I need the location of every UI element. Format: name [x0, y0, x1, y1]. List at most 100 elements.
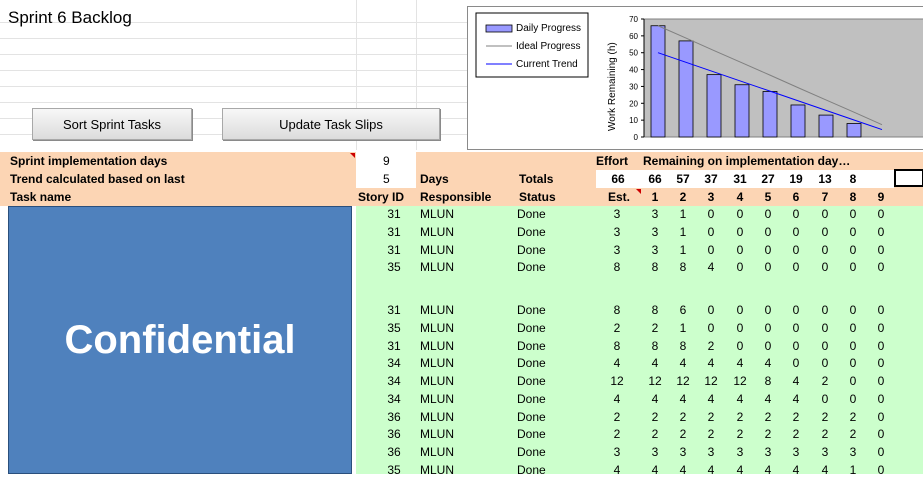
estimate-cell: [605, 277, 629, 294]
day-header-8: 8: [849, 190, 857, 204]
estimate-cell: 4: [613, 356, 621, 371]
day-8-cell: 0: [849, 356, 857, 371]
day-7-cell: 0: [821, 242, 829, 257]
day-2-cell: 8: [679, 338, 687, 353]
day-1-cell: 3: [651, 224, 659, 239]
day-1-cell: 8: [651, 303, 659, 317]
day-4-cell: 0: [736, 224, 744, 239]
total-day-4: 31: [733, 172, 747, 186]
day-header-4: 4: [736, 190, 744, 204]
day-1-cell: [643, 277, 667, 294]
day-9-cell: 0: [877, 260, 885, 275]
day-9-cell: 0: [877, 356, 885, 371]
chart-ylabel: Work Remaining (h): [607, 42, 618, 131]
estimate-cell: 12: [610, 374, 624, 388]
story-id-cell: 36: [387, 445, 401, 459]
sort-sprint-tasks-button[interactable]: Sort Sprint Tasks: [32, 108, 192, 140]
responsible-cell: MLUN: [420, 445, 455, 459]
day-6-cell: [784, 277, 808, 294]
status-cell: Done: [517, 409, 546, 424]
day-2-cell: 4: [679, 391, 687, 406]
day-3-cell: 0: [707, 224, 715, 239]
day-6-cell: 4: [792, 374, 800, 388]
day-9-cell: 0: [877, 320, 885, 335]
story-id-cell: 31: [387, 242, 401, 257]
day-2-cell: 2: [679, 409, 687, 424]
day-1-cell: 3: [651, 242, 659, 257]
day-6-cell: 0: [792, 320, 800, 335]
day-1-cell: 2: [651, 320, 659, 335]
total-day-1: 66: [648, 172, 662, 186]
day-5-cell: 0: [764, 338, 772, 353]
day-3-cell: [699, 277, 723, 294]
status-cell: Done: [517, 303, 546, 317]
status-cell: Done: [517, 374, 546, 388]
col-est: Est.: [608, 190, 631, 204]
day-2-cell: 4: [679, 462, 687, 477]
responsible-cell: MLUN: [420, 374, 455, 388]
story-id-cell: 34: [387, 391, 401, 406]
day-7-cell: 0: [821, 224, 829, 239]
day-2-cell: 3: [679, 445, 687, 459]
day-6-cell: 0: [792, 224, 800, 239]
remaining-label: Remaining on implementation day…: [643, 154, 851, 168]
day-8-cell: 3: [849, 445, 857, 459]
day-3-cell: 2: [707, 338, 715, 353]
estimate-cell: 3: [613, 242, 621, 257]
day-6-cell: 2: [792, 427, 800, 442]
estimate-cell: 8: [613, 303, 621, 317]
update-task-slips-button[interactable]: Update Task Slips: [222, 108, 440, 140]
estimate-cell: 2: [613, 320, 621, 335]
day-8-cell: 0: [849, 207, 857, 221]
status-cell: Done: [517, 224, 546, 239]
total-day-5: 27: [761, 172, 775, 186]
day-1-cell: 4: [651, 462, 659, 477]
status-cell: Done: [517, 445, 546, 459]
responsible-cell: MLUN: [420, 260, 455, 275]
responsible-cell: MLUN: [420, 242, 455, 257]
total-day-8: 8: [849, 172, 857, 186]
y-tick-label: 0: [634, 133, 639, 142]
responsible-cell: MLUN: [420, 207, 455, 221]
day-5-cell: 0: [764, 224, 772, 239]
day-3-cell: 0: [707, 320, 715, 335]
day-9-cell: [869, 277, 893, 294]
story-id-cell: 31: [387, 207, 401, 221]
day-2-cell: 8: [679, 260, 687, 275]
day-8-cell: 2: [849, 427, 857, 442]
col-task-name: Task name: [10, 190, 72, 204]
day-7-cell: 4: [821, 462, 829, 477]
legend-label-trend: Current Trend: [516, 59, 578, 70]
trend-value: 5: [383, 172, 390, 186]
day-6-cell: 0: [792, 338, 800, 353]
day-6-cell: 2: [792, 409, 800, 424]
day-5-cell: 2: [764, 427, 772, 442]
story-id-cell: 36: [387, 409, 401, 424]
story-id-cell: 35: [387, 320, 401, 335]
day-2-cell: 6: [679, 303, 687, 317]
estimate-cell: 8: [613, 338, 621, 353]
y-tick-label: 40: [629, 66, 638, 75]
day-9-cell: 0: [877, 445, 885, 459]
day-5-cell: 0: [764, 303, 772, 317]
day-2-cell: 1: [679, 207, 687, 221]
y-tick-label: 50: [629, 49, 638, 58]
y-tick-label: 60: [629, 32, 638, 41]
day-7-cell: 0: [821, 356, 829, 371]
day-9-cell: 0: [877, 303, 885, 317]
day-7-cell: 0: [821, 207, 829, 221]
impl-days-label: Sprint implementation days: [10, 154, 168, 168]
total-day-6: 19: [789, 172, 803, 186]
burndown-chart[interactable]: Daily Progress Ideal Progress Current Tr…: [467, 6, 923, 150]
status-cell: Done: [517, 207, 546, 221]
responsible-cell: MLUN: [420, 303, 455, 317]
day-6-cell: 0: [792, 356, 800, 371]
day-7-cell: 0: [821, 391, 829, 406]
day-6-cell: 0: [792, 260, 800, 275]
day-2-cell: 1: [679, 224, 687, 239]
total-day-7: 13: [818, 172, 832, 186]
day-2-cell: 1: [679, 320, 687, 335]
selected-cell[interactable]: [894, 169, 923, 187]
total-day-3: 37: [704, 172, 718, 186]
impl-days-value: 9: [383, 154, 390, 168]
